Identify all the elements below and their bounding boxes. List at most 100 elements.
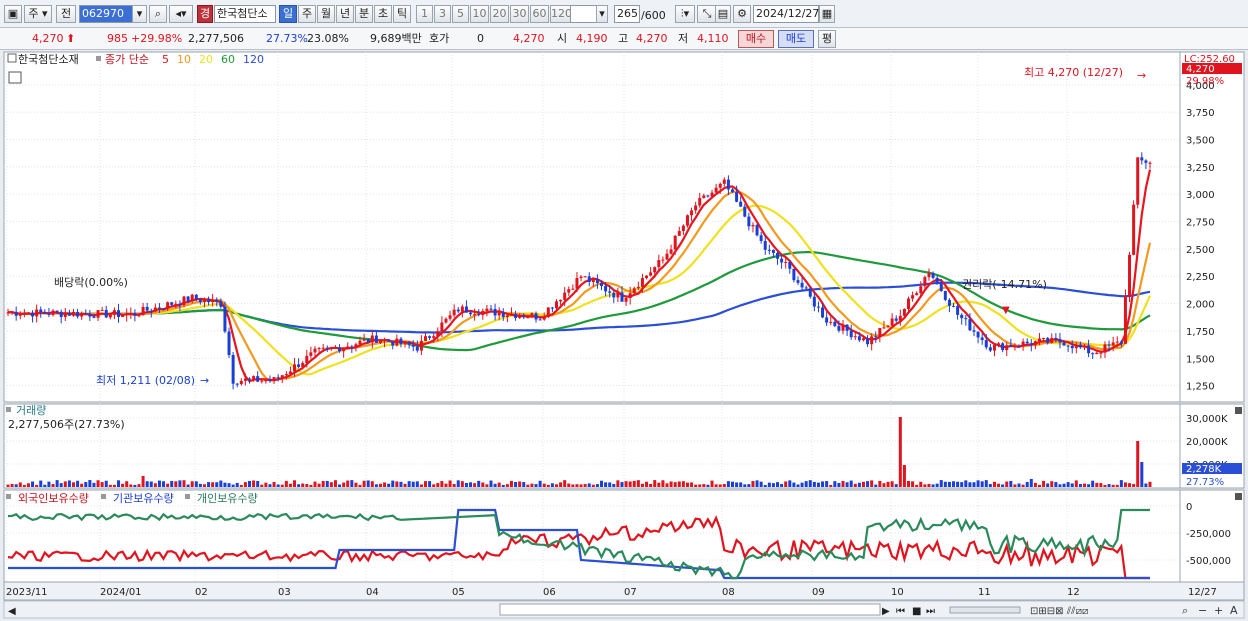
- candle-body: [415, 346, 419, 351]
- candle-body: [763, 240, 767, 250]
- volume-bar: [882, 483, 886, 487]
- ma-legend-20: 20: [199, 53, 213, 66]
- bar-count-input[interactable]: 265: [614, 5, 640, 23]
- volume-bar: [694, 484, 698, 487]
- volume-bar: [636, 480, 640, 487]
- candle-body: [673, 235, 677, 250]
- zoom-in-icon[interactable]: +: [1214, 604, 1223, 617]
- volume-bar: [767, 482, 771, 487]
- candle-body: [22, 313, 26, 315]
- candle-body: [984, 340, 988, 348]
- period-dropdown[interactable]: 주 ▾: [24, 5, 52, 23]
- zoom-slider[interactable]: [949, 606, 1021, 614]
- candle-body: [338, 347, 342, 352]
- prev-button[interactable]: 전: [56, 5, 76, 23]
- candle-body: [1050, 337, 1054, 343]
- sell-button[interactable]: 매도: [778, 30, 814, 48]
- buy-button[interactable]: 매수: [738, 30, 774, 48]
- calculator-icon[interactable]: [8, 71, 22, 84]
- period-button-0[interactable]: 일: [279, 5, 297, 23]
- scroll-thumb[interactable]: [499, 603, 881, 616]
- volume-bar: [370, 481, 374, 487]
- eval-button[interactable]: 평: [818, 30, 836, 48]
- price-axis-label: 2,750: [1186, 218, 1215, 229]
- volume-bar: [821, 481, 825, 487]
- candle-body: [1140, 157, 1144, 161]
- candle-body: [943, 290, 947, 300]
- volume-bar: [534, 484, 538, 487]
- volume-bar: [1037, 484, 1041, 487]
- code-dropdown-icon[interactable]: ▾: [132, 5, 147, 23]
- candle-body: [902, 308, 906, 316]
- zoom-search-icon[interactable]: ⌕: [1182, 604, 1188, 617]
- layout-icons[interactable]: ⊡⊞⊟⊠ ⫽⫽⧄⧄: [1030, 606, 1088, 617]
- date-axis-label: 2024/01: [100, 587, 142, 598]
- volume-bar: [301, 483, 305, 487]
- minute-option-1[interactable]: 3: [434, 5, 451, 23]
- trade-amount: 9,689백만: [370, 32, 422, 45]
- minute-option-7[interactable]: 120: [550, 5, 572, 23]
- candle-body: [485, 308, 489, 311]
- volume-panel[interactable]: [3, 403, 1181, 489]
- go-last-icon[interactable]: ⏭: [926, 606, 935, 617]
- holdings-axis-label: -250,000: [1186, 529, 1231, 540]
- volume-bar: [121, 483, 125, 487]
- volume-bar: [305, 483, 309, 487]
- tick-dropdown-icon[interactable]: ▾: [596, 5, 608, 23]
- minute-option-0[interactable]: 1: [416, 5, 433, 23]
- chart-canvas[interactable]: 4,0003,7503,5003,2503,0002,7502,5002,250…: [0, 50, 1248, 621]
- candle-body: [874, 336, 878, 338]
- font-size-icon[interactable]: A: [1230, 604, 1238, 617]
- minute-option-5[interactable]: 30: [510, 5, 529, 23]
- candle-body: [788, 261, 792, 269]
- period-button-3[interactable]: 년: [336, 5, 354, 23]
- volume-bar: [1029, 479, 1033, 487]
- go-first-icon[interactable]: ⏮: [896, 606, 905, 617]
- candle-body: [669, 249, 673, 254]
- candle-body: [816, 306, 820, 308]
- stock-name-field: 한국첨단소: [214, 5, 276, 23]
- minute-option-2[interactable]: 5: [452, 5, 469, 23]
- volume-bar: [1099, 483, 1103, 487]
- holdings-close-icon[interactable]: [1235, 493, 1242, 500]
- save-icon[interactable]: ▤: [715, 5, 731, 23]
- calendar-icon[interactable]: ▦: [819, 5, 835, 23]
- volume-bar: [276, 484, 280, 487]
- zoom-out-icon[interactable]: −: [1198, 604, 1207, 617]
- window-menu-icon[interactable]: ▣: [4, 5, 22, 23]
- candle-type-icon[interactable]: ⫶▾: [675, 5, 695, 23]
- period-button-1[interactable]: 주: [298, 5, 316, 23]
- volume-close-icon[interactable]: [1235, 407, 1242, 414]
- minute-option-6[interactable]: 60: [530, 5, 549, 23]
- candle-body: [988, 347, 992, 351]
- stop-icon[interactable]: ■: [912, 606, 921, 617]
- search-icon[interactable]: ⌕: [149, 5, 167, 23]
- candle-body: [170, 302, 174, 305]
- open-label: 시: [557, 32, 568, 45]
- volume-bar: [215, 482, 219, 487]
- candle-body: [403, 341, 407, 345]
- candle-body: [604, 285, 608, 292]
- scroll-right-icon[interactable]: ▶: [882, 606, 890, 617]
- period-button-2[interactable]: 월: [317, 5, 335, 23]
- speaker-icon[interactable]: ◂▾: [169, 5, 193, 23]
- candle-body: [1017, 345, 1021, 347]
- settings-gear-icon[interactable]: ⚙: [733, 5, 751, 23]
- date-input[interactable]: 2024/12/27: [753, 5, 819, 23]
- indicator-bullet-icon: [96, 56, 101, 61]
- candle-body: [354, 344, 358, 347]
- volume-bar: [726, 481, 730, 487]
- volume-bar: [338, 484, 342, 487]
- volume-bar: [550, 483, 554, 487]
- candle-body: [293, 364, 297, 372]
- volume-bar: [444, 483, 448, 487]
- scroll-left-icon[interactable]: ◀: [8, 606, 16, 617]
- minute-option-4[interactable]: 20: [490, 5, 509, 23]
- minute-option-3[interactable]: 10: [470, 5, 489, 23]
- candle-body: [550, 307, 554, 309]
- candle-body: [342, 347, 346, 352]
- period-button-5[interactable]: 초: [374, 5, 392, 23]
- period-button-6[interactable]: 틱: [393, 5, 411, 23]
- draw-tool-icon[interactable]: ⤡: [697, 5, 717, 23]
- period-button-4[interactable]: 분: [355, 5, 373, 23]
